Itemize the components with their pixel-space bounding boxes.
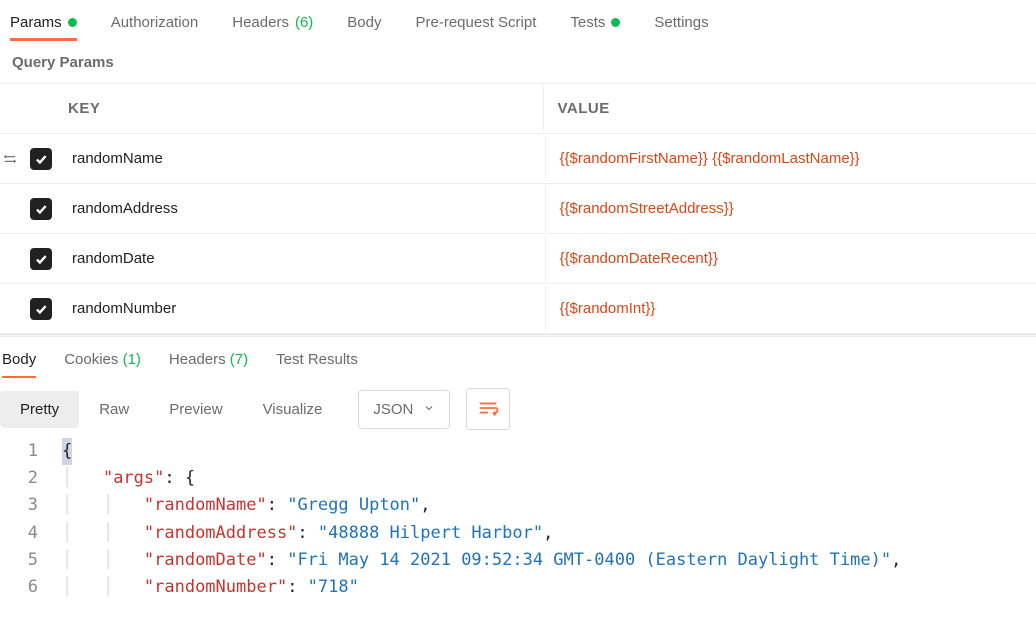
tab-label: Headers — [169, 351, 226, 368]
row-checkbox[interactable] — [20, 198, 62, 220]
view-mode-segment: Pretty Raw Preview Visualize — [0, 391, 342, 428]
view-raw-button[interactable]: Raw — [79, 391, 149, 428]
tab-count: (7) — [230, 351, 248, 368]
tab-settings[interactable]: Settings — [654, 8, 708, 41]
code-text: │ │ "randomName": "Gregg Upton", — [62, 492, 431, 519]
code-line: 6 │ │ "randomNumber": "718" — [0, 574, 1036, 601]
tab-label: Cookies — [64, 351, 118, 368]
param-key-input[interactable]: randomName — [62, 136, 546, 181]
response-tabs: Body Cookies (1) Headers (7) Test Result… — [0, 337, 1036, 378]
row-checkbox[interactable] — [20, 248, 62, 270]
tab-authorization[interactable]: Authorization — [111, 8, 199, 41]
resp-tab-headers[interactable]: Headers (7) — [169, 347, 248, 378]
request-tabs: Params Authorization Headers (6) Body Pr… — [0, 0, 1036, 42]
tab-label: Settings — [654, 14, 708, 31]
wrap-lines-button[interactable] — [466, 388, 510, 430]
code-text: { — [62, 438, 72, 465]
tab-label: Pre-request Script — [416, 14, 537, 31]
tab-label: Headers — [232, 14, 289, 31]
code-text: │ │ "randomAddress": "48888 Hilpert Harb… — [62, 520, 553, 547]
table-row[interactable]: randomName {{$randomFirstName}} {{$rando… — [0, 134, 1036, 184]
status-dot-icon — [68, 18, 77, 27]
param-key-input[interactable]: randomAddress — [62, 186, 546, 231]
view-visualize-button[interactable]: Visualize — [243, 391, 343, 428]
line-number: 5 — [0, 547, 62, 574]
line-number: 4 — [0, 520, 62, 547]
code-text: │ │ "randomNumber": "718" — [62, 574, 359, 601]
table-header-row: KEY VALUE — [0, 84, 1036, 134]
section-title: Query Params — [0, 42, 1036, 83]
code-line: 5 │ │ "randomDate": "Fri May 14 2021 09:… — [0, 547, 1036, 574]
row-checkbox[interactable] — [20, 298, 62, 320]
code-line: 2 │ "args": { — [0, 465, 1036, 492]
table-row[interactable]: randomAddress {{$randomStreetAddress}} — [0, 184, 1036, 234]
param-value-input[interactable]: {{$randomFirstName}} {{$randomLastName}} — [546, 136, 1036, 181]
tab-count: (1) — [123, 351, 141, 368]
code-text: │ "args": { — [62, 465, 195, 492]
param-key-input[interactable]: randomNumber — [62, 286, 546, 331]
tab-params[interactable]: Params — [10, 8, 77, 41]
format-dropdown[interactable]: JSON — [358, 390, 450, 429]
checkbox-checked-icon — [30, 248, 52, 270]
resp-tab-test-results[interactable]: Test Results — [276, 347, 358, 378]
response-body-code[interactable]: 1 { 2 │ "args": { 3 │ │ "randomName": "G… — [0, 438, 1036, 601]
checkbox-checked-icon — [30, 298, 52, 320]
tab-tests[interactable]: Tests — [570, 8, 620, 41]
params-table: KEY VALUE randomName {{$randomFirstName}… — [0, 83, 1036, 334]
tab-label: Tests — [570, 14, 605, 31]
wrap-icon — [477, 397, 499, 422]
view-mode-bar: Pretty Raw Preview Visualize JSON — [0, 378, 1036, 438]
column-header-value: VALUE — [544, 86, 1036, 131]
tab-label: Body — [2, 351, 36, 368]
line-number: 1 — [0, 438, 62, 465]
line-number: 2 — [0, 465, 62, 492]
code-line: 1 { — [0, 438, 1036, 465]
tab-count: (6) — [295, 14, 313, 31]
status-dot-icon — [611, 18, 620, 27]
param-key-input[interactable]: randomDate — [62, 236, 546, 281]
tab-label: Authorization — [111, 14, 199, 31]
drag-handle-icon[interactable] — [0, 152, 20, 166]
tab-prerequest[interactable]: Pre-request Script — [416, 8, 537, 41]
row-checkbox[interactable] — [20, 148, 62, 170]
param-value-input[interactable]: {{$randomStreetAddress}} — [546, 186, 1036, 231]
tab-label: Params — [10, 14, 62, 31]
tab-label: Body — [347, 14, 381, 31]
dropdown-label: JSON — [373, 401, 413, 418]
chevron-down-icon — [423, 401, 435, 418]
tab-body[interactable]: Body — [347, 8, 381, 41]
code-line: 3 │ │ "randomName": "Gregg Upton", — [0, 492, 1036, 519]
resp-tab-body[interactable]: Body — [2, 347, 36, 378]
table-row[interactable]: randomNumber {{$randomInt}} — [0, 284, 1036, 334]
line-number: 3 — [0, 492, 62, 519]
view-preview-button[interactable]: Preview — [149, 391, 242, 428]
code-line: 4 │ │ "randomAddress": "48888 Hilpert Ha… — [0, 520, 1036, 547]
param-value-input[interactable]: {{$randomDateRecent}} — [546, 236, 1036, 281]
resp-tab-cookies[interactable]: Cookies (1) — [64, 347, 141, 378]
checkbox-checked-icon — [30, 148, 52, 170]
checkbox-checked-icon — [30, 198, 52, 220]
line-number: 6 — [0, 574, 62, 601]
param-value-input[interactable]: {{$randomInt}} — [546, 286, 1036, 331]
table-row[interactable]: randomDate {{$randomDateRecent}} — [0, 234, 1036, 284]
column-header-key: KEY — [0, 86, 544, 131]
view-pretty-button[interactable]: Pretty — [0, 391, 79, 428]
tab-label: Test Results — [276, 351, 358, 368]
tab-headers[interactable]: Headers (6) — [232, 8, 313, 41]
code-text: │ │ "randomDate": "Fri May 14 2021 09:52… — [62, 547, 901, 574]
